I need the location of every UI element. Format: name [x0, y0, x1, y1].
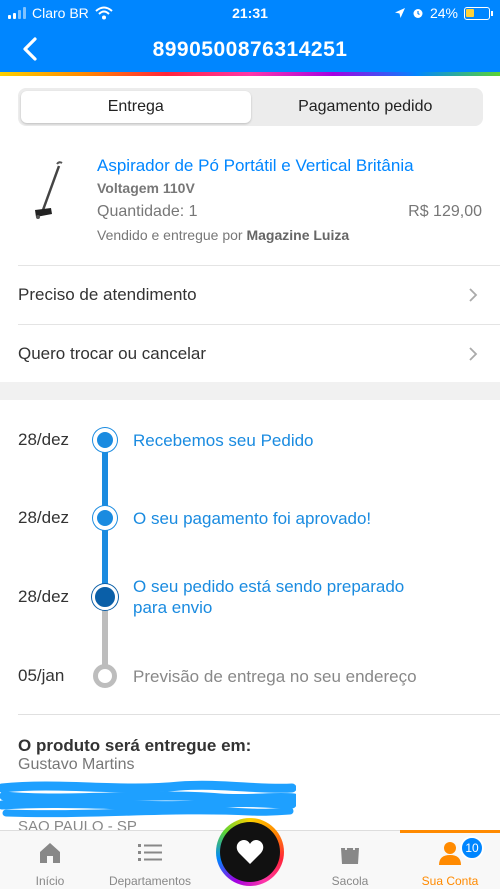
menu-icon: [138, 844, 162, 861]
segmented-tabs: Entrega Pagamento pedido: [18, 88, 483, 126]
bag-icon: [341, 842, 359, 864]
top-bar: Claro BR 21:31 24% 8990500876314251: [0, 0, 500, 76]
seller-name: Magazine Luiza: [246, 227, 350, 243]
tabbar-inicio[interactable]: Início: [0, 831, 100, 889]
timeline-text-line2: para envio: [133, 598, 213, 617]
fab-inner: [220, 822, 280, 882]
delivery-name: Gustavo Martins: [18, 756, 135, 773]
row-label: Quero trocar ou cancelar: [18, 343, 207, 363]
product-seller: Vendido e entregue por Magazine Luiza: [97, 227, 349, 243]
chevron-right-icon: [469, 288, 478, 302]
alarm-icon: [413, 9, 423, 18]
timeline-date: 28/dez: [18, 587, 70, 606]
tabbar-label: Departamentos: [108, 874, 192, 888]
divider: [18, 714, 500, 715]
tab-entrega[interactable]: Entrega: [21, 91, 251, 123]
timeline-text-line1: O seu pedido está sendo preparado: [133, 577, 405, 596]
chevron-right-icon: [469, 347, 478, 361]
delivery-title: O produto será entregue em:: [18, 736, 252, 755]
timeline-text: Recebemos seu Pedido: [133, 431, 314, 450]
product-card[interactable]: Aspirador de Pó Portátil e Vertical Brit…: [0, 146, 500, 261]
timeline-text: O seu pagamento foi aprovado!: [133, 509, 372, 528]
tabbar-sua-conta[interactable]: Sua Conta: [400, 831, 500, 889]
tabbar-label: Sua Conta: [421, 874, 479, 888]
order-number: 8990500876314251: [152, 38, 348, 61]
status-right: 24%: [394, 5, 493, 21]
section-separator: [0, 382, 500, 400]
tab-pagamento-pedido[interactable]: Pagamento pedido: [251, 91, 481, 123]
timeline-dot-pending: [93, 664, 117, 688]
timeline-text: Previsão de entrega no seu endereço: [133, 667, 417, 686]
tabbar-label: Início: [35, 874, 65, 888]
location-arrow-icon: [394, 8, 405, 18]
tabbar-departamentos[interactable]: Departamentos: [100, 831, 200, 889]
timeline-text: O seu pedido está sendo preparado para e…: [133, 576, 404, 618]
product-name[interactable]: Aspirador de Pó Portátil e Vertical Brit…: [97, 156, 414, 176]
timeline-dot-done: [93, 506, 117, 530]
product-voltage: Voltagem 110V: [97, 180, 195, 196]
rainbow-strip: [0, 72, 500, 76]
battery-percent: 24%: [429, 5, 458, 21]
redaction-scribble: [0, 780, 296, 818]
timeline-date: 05/jan: [18, 666, 65, 685]
heart-icon: [236, 840, 264, 864]
row-trocar-cancelar[interactable]: Quero trocar ou cancelar: [18, 324, 500, 382]
tabbar-label: Sacola: [331, 874, 369, 888]
timeline-dot-done: [93, 428, 117, 452]
seller-prefix: Vendido e entregue por: [97, 227, 243, 243]
home-icon: [40, 843, 60, 863]
row-preciso-atendimento[interactable]: Preciso de atendimento: [18, 265, 500, 323]
timeline-date: 28/dez: [18, 430, 70, 449]
nav-row: 8990500876314251: [0, 32, 500, 68]
product-quantity: Quantidade: 1: [97, 203, 198, 220]
favorites-button[interactable]: [216, 818, 284, 886]
status-bar: Claro BR 21:31 24%: [0, 0, 500, 26]
product-price: R$ 129,00: [408, 203, 482, 220]
notification-badge: 10: [460, 836, 484, 860]
battery-icon: [464, 6, 493, 20]
tabbar-sacola[interactable]: Sacola: [300, 831, 400, 889]
user-icon: [439, 842, 461, 865]
product-image: [35, 161, 63, 219]
row-label: Preciso de atendimento: [18, 284, 197, 304]
timeline-dot-current: [92, 584, 118, 610]
timeline-date: 28/dez: [18, 508, 70, 527]
